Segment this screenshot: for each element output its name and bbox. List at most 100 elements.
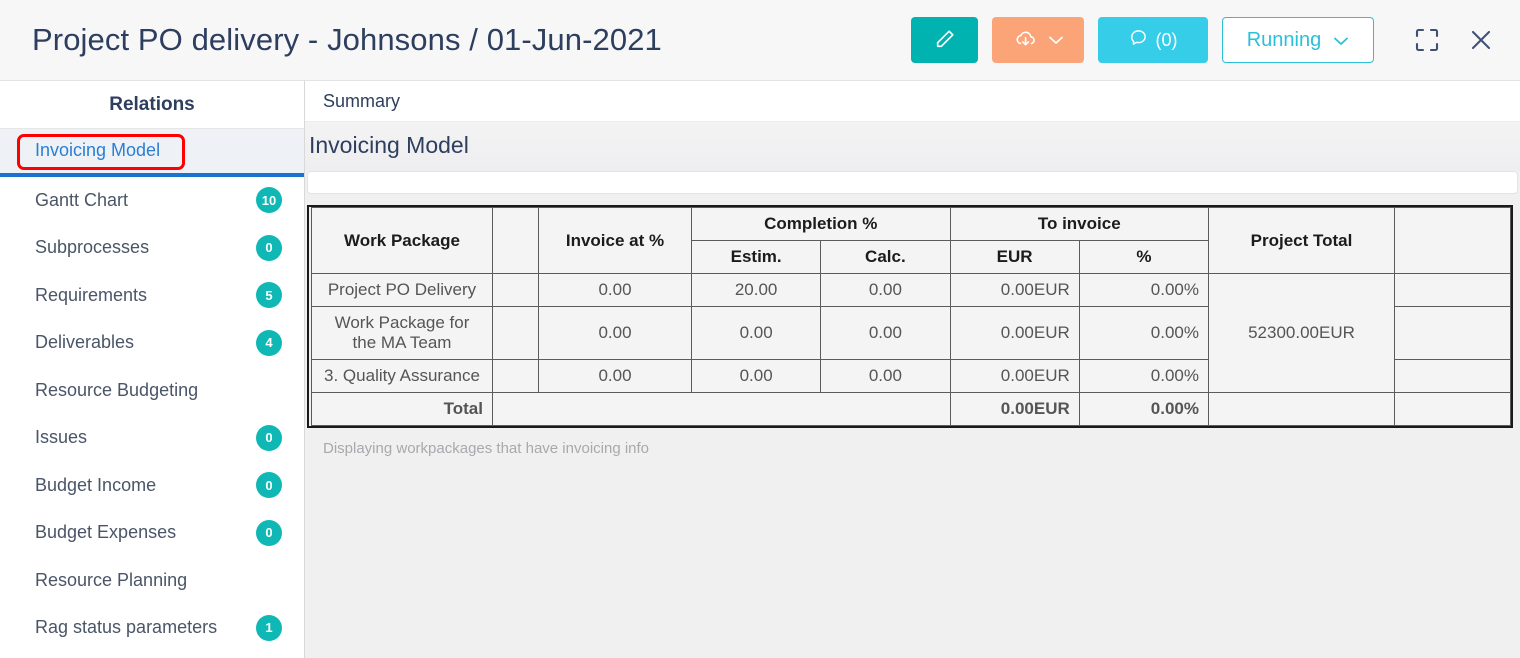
table-row[interactable]: Project PO Delivery 0.00 20.00 0.00 0.00EUR 0… [311,273,1511,393]
cell-invoice-at: 0.00 [538,273,692,307]
window-body: Relations Invoicing Model Gantt Chart 10 Su… [0,81,1520,658]
sidebar-item-badge: 10 [256,187,282,214]
table-head: Work Package Invoice at % Completion % T… [311,207,1511,274]
sidebar-item-issues[interactable]: Issues 0 [0,414,304,462]
sidebar-item-budget-income[interactable]: Budget Income 0 [0,462,304,510]
tab-bar: Summary [305,81,1520,122]
sidebar-item-resource-planning[interactable]: Resource Planning [0,557,304,605]
cell-calc: 0.00 [820,359,951,393]
header-work-package: Work Package [311,207,493,274]
edit-button[interactable] [911,17,978,63]
chevron-down-icon[interactable] [1048,33,1064,48]
cell-to-invoice-eur: 0.00EUR [949,359,1080,393]
sidebar-item-budget-expenses[interactable]: Budget Expenses 0 [0,509,304,557]
cell-project-total: 52300.00EUR [1208,273,1395,393]
cell-last-blank [1394,306,1511,360]
sidebar-item-badge: 0 [256,519,282,546]
cell-work-package: Work Package for the MA Team [311,306,493,360]
tab-summary[interactable]: Summary [323,91,400,112]
download-button[interactable] [992,17,1084,63]
panel-heading: Invoicing Model [305,122,1520,171]
cell-blank [492,359,539,393]
cell-to-invoice-pct: 0.00% [1078,359,1210,393]
window-header: Project PO delivery - Johnsons / 01-Jun-… [0,0,1520,81]
header-completion-estim: Estim. [690,240,822,274]
cell-to-invoice-eur: 0.00EUR [949,273,1080,307]
cell-invoice-at: 0.00 [538,306,692,360]
sidebar-item-label: Subprocesses [35,237,150,258]
close-icon[interactable] [1464,23,1498,57]
cell-to-invoice-pct: 0.00% [1078,306,1210,360]
sidebar-item-badge: 0 [256,424,282,451]
sidebar-item-label: Invoicing Model [35,140,161,161]
sidebar-item-subprocesses[interactable]: Subprocesses 0 [0,224,304,272]
cell-blank [492,306,539,360]
table-body: Project PO Delivery 0.00 20.00 0.00 0.00EUR 0… [311,273,1511,426]
cell-work-package: 3. Quality Assurance [311,359,493,393]
sidebar-item-badge: 4 [256,329,282,356]
sidebar-item-label: Budget Income [35,474,157,495]
cell-total-pct: 0.00% [1078,392,1210,426]
header-invoice-at: Invoice at % [538,207,692,274]
header-to-invoice-eur: EUR [949,240,1080,274]
chevron-down-icon [1333,29,1349,52]
sidebar-item-label: Issues [35,427,88,448]
status-dropdown-button[interactable]: Running [1222,17,1374,63]
fullscreen-icon[interactable] [1410,23,1444,57]
cell-last-blank [1394,273,1511,307]
cell-estim: 0.00 [690,306,822,360]
sidebar-item-invoicing-model[interactable]: Invoicing Model [0,129,304,177]
sidebar-item-label: Budget Expenses [35,522,177,543]
sidebar-item-label: Resource Budgeting [35,379,199,400]
relations-sidebar: Relations Invoicing Model Gantt Chart 10 Su… [0,81,305,658]
cell-invoice-at: 0.00 [538,359,692,393]
sidebar-item-label: Rag status parameters [35,617,218,638]
cell-estim: 20.00 [690,273,822,307]
sidebar-item-resource-budgeting[interactable]: Resource Budgeting [0,367,304,415]
header-last-blank [1394,207,1511,274]
cell-work-package: Project PO Delivery [311,273,493,307]
header-project-total: Project Total [1208,207,1395,274]
pencil-icon [934,28,956,53]
cell-calc: 0.00 [820,273,951,307]
header-completion: Completion % [691,207,951,241]
sidebar-item-badge: 1 [256,614,282,641]
cell-total-spacer [492,392,951,426]
main-content: Summary Invoicing Model Work Package Inv… [305,81,1520,658]
sidebar-item-badge: 5 [256,282,282,309]
window-controls [1410,23,1498,57]
sidebar-item-badge: 0 [256,472,282,499]
comment-bubble-icon [1129,28,1148,52]
cell-total-label: Total [311,392,493,426]
page-title: Project PO delivery - Johnsons / 01-Jun-… [32,22,662,57]
table-total-row: Total 0.00EUR 0.00% [311,392,1511,426]
cell-estim: 0.00 [690,359,822,393]
cell-calc: 0.00 [820,306,951,360]
cell-to-invoice-pct: 0.00% [1078,273,1210,307]
cell-total-projecttotal-blank [1208,392,1395,426]
header-blank [492,207,539,274]
status-label: Running [1246,28,1322,51]
sidebar-item-requirements[interactable]: Requirements 5 [0,272,304,320]
cloud-download-icon [1013,27,1039,54]
sidebar-item-badge: 0 [256,234,282,261]
table-header-row-1: Work Package Invoice at % Completion % T… [311,207,1511,274]
header-actions: (0) Running [911,17,1520,63]
sidebar-item-deliverables[interactable]: Deliverables 4 [0,319,304,367]
sidebar-item-label: Gantt Chart [35,189,129,210]
comments-count: (0) [1155,29,1178,50]
sidebar-item-gantt-chart[interactable]: Gantt Chart 10 [0,177,304,225]
invoicing-table: Work Package Invoice at % Completion % T… [311,207,1511,426]
cell-blank [492,273,539,307]
sidebar-item-rag-status-parameters[interactable]: Rag status parameters 1 [0,604,304,652]
header-to-invoice: To invoice [949,207,1209,241]
header-completion-calc: Calc. [820,240,951,274]
invoicing-table-wrapper: Work Package Invoice at % Completion % T… [307,205,1513,428]
header-to-invoice-pct: % [1078,240,1210,274]
sidebar-item-list: Invoicing Model Gantt Chart 10 Subprocesses… [0,129,304,652]
panel-toolbar[interactable] [307,171,1518,194]
cell-total-eur: 0.00EUR [949,392,1080,426]
comments-button[interactable]: (0) [1098,17,1208,63]
sidebar-item-label: Resource Planning [35,569,188,590]
cell-total-last-blank [1394,392,1511,426]
